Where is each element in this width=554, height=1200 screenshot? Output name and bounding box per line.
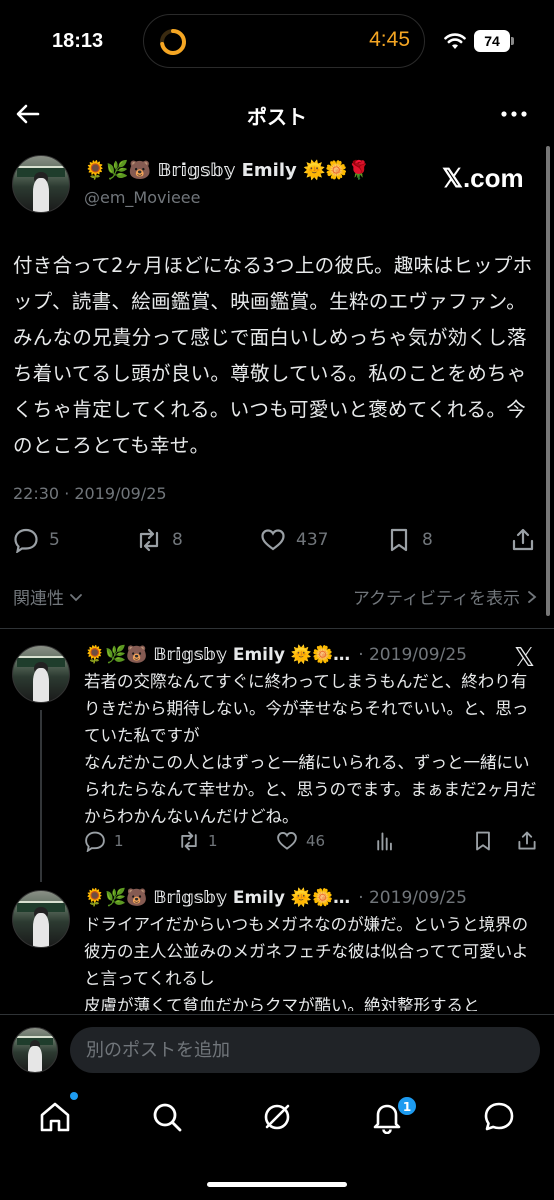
repost-button[interactable]: 8 <box>136 526 183 554</box>
messages-icon[interactable] <box>482 1100 516 1134</box>
my-avatar[interactable] <box>12 1027 58 1073</box>
share-icon <box>512 528 534 551</box>
reply-reply-button[interactable]: 1 <box>84 830 124 852</box>
battery-tip <box>511 37 514 45</box>
activity-label: アクティビティを表示 <box>352 589 520 609</box>
heart-icon <box>261 529 285 551</box>
reply-icon <box>14 528 38 553</box>
status-bar: 18:13 4:45 74 <box>0 0 554 84</box>
bookmark-icon <box>476 831 490 851</box>
reply-text: ドライアイだからいつもメガネなのが嫌だ。というと境界の彼方の主人公並みのメガネフ… <box>84 915 529 1011</box>
reply-author-name[interactable]: 🌻🌿🐻 𝔹𝕣𝕚𝕘𝕤𝕓𝕪 Emily 🌞🌼… <box>84 645 350 665</box>
author-avatar[interactable] <box>12 155 70 213</box>
home-icon[interactable] <box>38 1100 72 1134</box>
reply-text: 若者の交際なんてすぐに終わってしまうもんだと、終わり有りきだから期待しない。今が… <box>84 672 537 826</box>
reply-bookmark-button[interactable] <box>472 830 494 852</box>
home-indicator <box>207 1182 347 1187</box>
more-options-icon[interactable] <box>498 100 530 128</box>
dynamic-island[interactable]: 4:45 <box>143 14 425 68</box>
source-label: 𝕏.com <box>442 163 524 193</box>
reply-repost-button[interactable]: 1 <box>178 830 218 852</box>
post-actions: 5 8 437 8 <box>0 522 554 558</box>
reply-button[interactable]: 5 <box>13 526 60 554</box>
reply-like-button[interactable]: 46 <box>276 830 325 852</box>
author-handle[interactable]: @em_Movieee <box>84 188 200 207</box>
timer-icon <box>160 29 186 55</box>
top-bar: ポスト <box>0 88 554 140</box>
reply-avatar[interactable] <box>12 645 70 703</box>
share-button[interactable] <box>510 526 536 554</box>
post-text: 付き合って2ヶ月ほどになる3つ上の彼氏。趣味はヒップホップ、読書、絵画鑑賞、映画… <box>13 254 533 457</box>
reply-date[interactable]: · 2019/09/25 <box>358 645 467 665</box>
grok-icon[interactable] <box>260 1100 294 1134</box>
author-name[interactable]: 🌻🌿🐻 𝔹𝕣𝕚𝕘𝕤𝕓𝕪 Emily 🌞🌼🌹 <box>84 160 370 181</box>
page-title: ポスト <box>247 105 307 129</box>
post-timestamp[interactable]: 22:30 · 2019/09/25 <box>13 484 167 503</box>
reply-like-count: 46 <box>306 832 326 850</box>
chevron-right-icon <box>528 590 537 603</box>
heart-icon <box>277 832 297 850</box>
bookmark-button[interactable]: 8 <box>386 526 433 554</box>
notification-badge: 1 <box>397 1096 417 1116</box>
compose-bar <box>0 1014 554 1086</box>
reply-icon <box>85 831 105 852</box>
repost-icon <box>139 528 159 552</box>
reply-analytics-button[interactable] <box>374 830 396 852</box>
reply-date[interactable]: · 2019/09/25 <box>358 888 467 908</box>
reply-avatar[interactable] <box>12 890 70 948</box>
reply-repost-count: 1 <box>208 832 218 850</box>
repost-icon <box>181 831 197 851</box>
battery-indicator: 74 <box>474 30 510 52</box>
divider <box>0 628 554 629</box>
reply-header: 🌻🌿🐻 𝔹𝕣𝕚𝕘𝕤𝕓𝕪 Emily 🌞🌼… · 2019/09/25 <box>84 888 467 908</box>
analytics-icon <box>377 832 392 851</box>
repost-count: 8 <box>172 530 183 550</box>
home-unread-dot <box>70 1092 78 1100</box>
sort-label: 関連性 <box>13 589 64 609</box>
chevron-down-icon <box>70 593 82 601</box>
share-icon <box>518 831 536 850</box>
bookmark-icon <box>390 528 408 552</box>
sort-relevance-dropdown[interactable]: 関連性 <box>13 584 84 609</box>
like-button[interactable]: 437 <box>260 526 328 554</box>
reply-actions: 1 1 46 <box>0 828 554 858</box>
reply-count: 5 <box>49 530 60 550</box>
wifi-icon <box>444 33 466 49</box>
search-icon[interactable] <box>150 1100 184 1134</box>
reply-reply-count: 1 <box>114 832 124 850</box>
reply-header: 🌻🌿🐻 𝔹𝕣𝕚𝕘𝕤𝕓𝕪 Emily 🌞🌼… · 2019/09/25 <box>84 645 467 665</box>
timer-remaining: 4:45 <box>369 28 410 51</box>
view-activity-link[interactable]: アクティビティを表示 <box>353 584 538 609</box>
add-post-input[interactable] <box>70 1027 540 1073</box>
status-time: 18:13 <box>52 30 104 52</box>
reply-share-button[interactable] <box>516 830 538 852</box>
reply-author-name[interactable]: 🌻🌿🐻 𝔹𝕣𝕚𝕘𝕤𝕓𝕪 Emily 🌞🌼… <box>84 888 350 908</box>
bookmark-count: 8 <box>422 530 433 550</box>
like-count: 437 <box>296 530 329 550</box>
